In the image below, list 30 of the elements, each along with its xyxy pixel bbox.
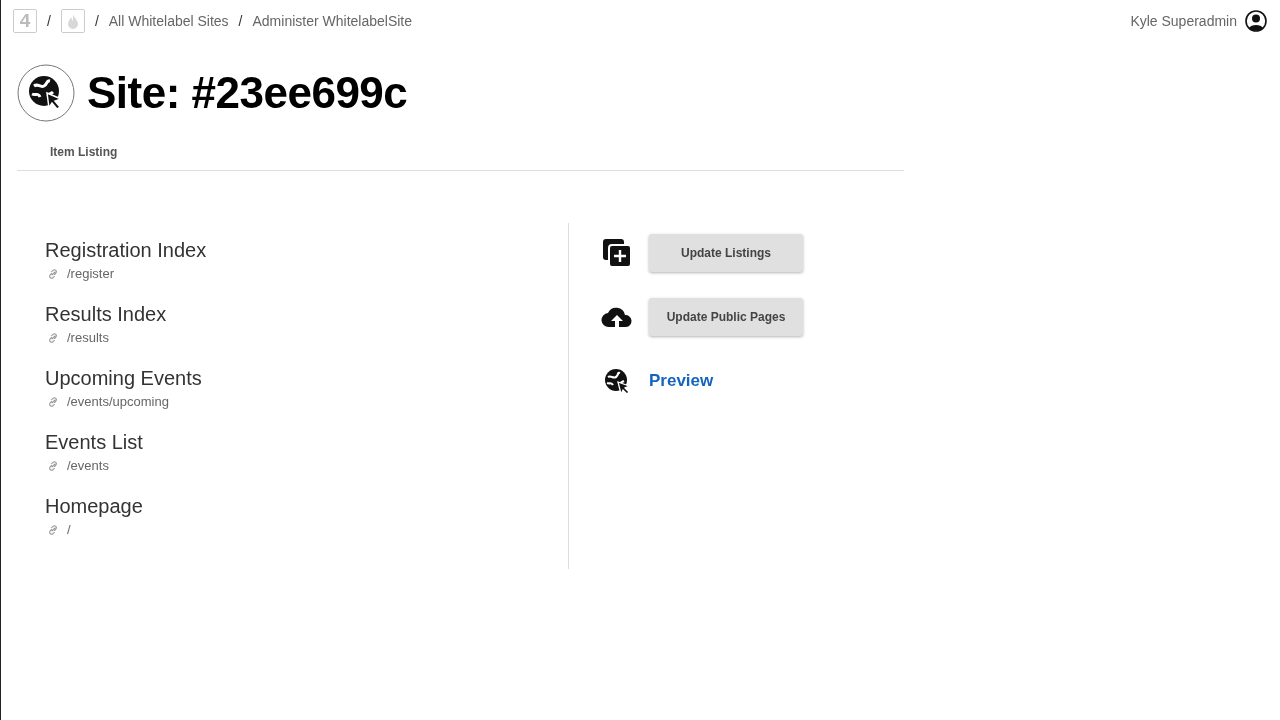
- breadcrumb-link[interactable]: Administer WhitelabelSite: [252, 13, 412, 29]
- breadcrumb-separator: /: [238, 13, 243, 29]
- page-title: Site: #23ee699c: [87, 68, 408, 118]
- tab[interactable]: Item Listing: [50, 145, 118, 159]
- user-avatar-icon[interactable]: [1245, 10, 1267, 32]
- page-name: Events List: [45, 431, 144, 454]
- page-name: Homepage: [45, 495, 144, 518]
- preview-link[interactable]: Preview: [649, 371, 714, 391]
- action-button[interactable]: Update Public Pages: [649, 298, 803, 336]
- page-path[interactable]: /register: [67, 266, 114, 281]
- page-path[interactable]: /events: [67, 458, 109, 473]
- user-name[interactable]: Kyle Superadmin: [1130, 13, 1237, 29]
- add-copy-icon: [601, 238, 633, 268]
- page-name: Registration Index: [45, 239, 208, 262]
- page-name: Upcoming Events: [45, 367, 203, 390]
- page-name: Results Index: [45, 303, 168, 326]
- link-icon: [47, 267, 59, 280]
- link-icon: [47, 459, 59, 472]
- globe-cursor-icon: [17, 64, 75, 122]
- cloud-upload-icon: [601, 305, 633, 329]
- action-button[interactable]: Update Listings: [649, 234, 803, 272]
- link-icon: [47, 331, 59, 344]
- breadcrumb-separator: /: [94, 13, 99, 29]
- page-path[interactable]: /events/upcoming: [67, 394, 169, 409]
- page-path[interactable]: /: [67, 522, 71, 537]
- link-icon: [47, 395, 59, 408]
- breadcrumb-link[interactable]: All Whitelabel Sites: [108, 13, 229, 29]
- link-icon: [47, 523, 59, 536]
- page-path[interactable]: /results: [67, 330, 109, 345]
- breadcrumb-separator: /: [47, 13, 51, 29]
